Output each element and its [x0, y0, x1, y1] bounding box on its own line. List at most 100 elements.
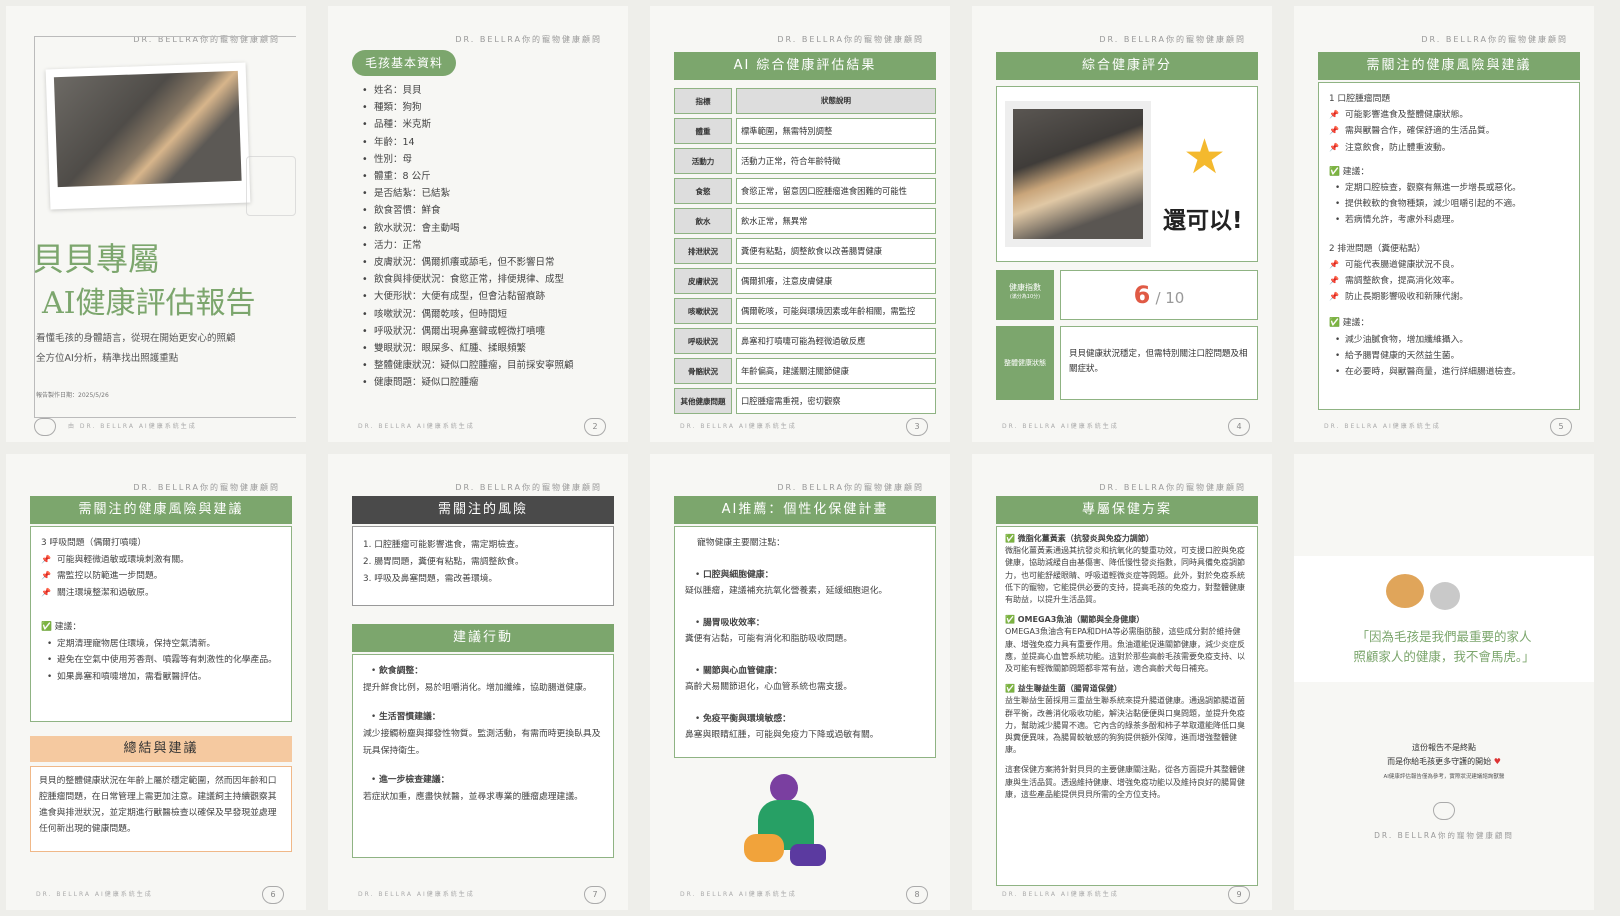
- info-item: 皮膚狀況：偶爾抓癢或舔毛，但不影響日常: [362, 254, 574, 271]
- report-page-7: DR. BELLRA你的寵物健康顧問 需關注的風險 1. 口腔腫瘤可能影響進食，…: [328, 454, 628, 910]
- advice-item: 避免在空氣中使用芳香劑、噴霧等有刺激性的化學產品。: [41, 652, 281, 669]
- ending-1: 這份報告不是終點: [1412, 743, 1476, 752]
- focus-1-text: 疑似腫瘤，建議補充抗氧化營養素，延緩細胞退化。: [685, 586, 888, 596]
- page-footer: DR. BELLRA AI健康系統生成: [1002, 423, 1119, 430]
- dog-photo: [1005, 101, 1151, 247]
- table-row: 活動力 活動力正常，符合年齡特徵: [674, 148, 936, 174]
- index-label-box: 健康指數 (滿分為10分): [996, 270, 1054, 320]
- table-cell-indicator: 呼吸狀況: [674, 328, 732, 354]
- page-header: DR. BELLRA你的寵物健康顧問: [133, 483, 280, 492]
- report-page-8: DR. BELLRA你的寵物健康顧問 AI推薦：個性化保健計畫 寵物健康主要關注…: [650, 454, 950, 910]
- table-cell-indicator: 咳嗽狀況: [674, 298, 732, 324]
- info-item: 呼吸狀況：偶爾出現鼻塞聲或輕微打噴嚏: [362, 323, 574, 340]
- score-value: 6: [1133, 281, 1151, 309]
- quote-line-2: 照顧家人的健康，我不會馬虎。」: [1353, 649, 1535, 664]
- info-item: 健康問題：疑似口腔腫瘤: [362, 374, 574, 391]
- report-date: 報告製作日期：2025/5/26: [36, 392, 109, 399]
- heart-icon: [34, 418, 56, 436]
- table-row: 指標 狀態說明: [674, 88, 936, 114]
- table-cell-status: 口腔腫瘤需重視，密切觀察: [736, 388, 936, 414]
- advice-item: 給予腸胃健康的天然益生菌。: [1329, 348, 1569, 364]
- risk-note: 可能影響進食及整體健康狀態。: [1329, 107, 1569, 123]
- advice-label: ✅ 建議：: [41, 622, 82, 632]
- risk-title: 需關注的健康風險與建議: [30, 496, 292, 524]
- report-page-4: DR. BELLRA你的寵物健康顧問 綜合健康評分 ★ 還可以! 健康指數 (滿…: [972, 6, 1272, 442]
- table-row: 排泄狀況 糞便有粘點，調整飲食以改善腸胃健康: [674, 238, 936, 264]
- supplement-3-heading: 益生聯益生菌（腸胃道保健）: [1017, 684, 1122, 694]
- table-cell-status: 年齡偏高，建議關注關節健康: [736, 358, 936, 384]
- report-page-10: 「因為毛孩是我們最重要的家人 照顧家人的健康，我不會馬虎。」 這份報告不是終點 …: [1294, 454, 1594, 910]
- table-cell-indicator: 食慾: [674, 178, 732, 204]
- table-cell-indicator: 其他健康問題: [674, 388, 732, 414]
- advice-item: 在必要時，與獸醫商量，進行詳細腸道檢查。: [1329, 364, 1569, 380]
- focus-4-heading: 免疫平衡與環境敏感：: [703, 714, 791, 724]
- table-cell-status: 食慾正常，留意因口腔腫瘤進食困難的可能性: [736, 178, 936, 204]
- page-footer: 由 DR. BELLRA AI健康系統生成: [68, 423, 197, 430]
- page-footer: DR. BELLRA AI健康系統生成: [358, 891, 475, 898]
- advice-item: 定期清理寵物居住環境，保持空氣清新。: [41, 636, 281, 653]
- supplement-2-text: OMEGA3魚油含有EPA和DHA等必需脂肪酸，這些成分對於維持健康、增強免疫力…: [1005, 627, 1245, 674]
- score-max: / 10: [1155, 289, 1185, 307]
- advice-item: 減少油膩食物，增加纖維攝入。: [1329, 332, 1569, 348]
- index-sub: (滿分為10分): [1009, 294, 1041, 300]
- page-header: DR. BELLRA你的寵物健康顧問: [777, 35, 924, 44]
- table-cell-status: 偶爾乾咳，可能與環境因素或年齡相關，需監控: [736, 298, 936, 324]
- summary-box: 貝貝的整體健康狀況在年齡上屬於穩定範圍，然而因年齡和口腔腫瘤問題，在日常管理上需…: [30, 766, 292, 852]
- focus-2-heading: 腸胃吸收效率：: [703, 618, 765, 628]
- page-header: DR. BELLRA你的寵物健康顧問: [1421, 35, 1568, 44]
- report-page-3: DR. BELLRA你的寵物健康顧問 AI 綜合健康評估結果 指標 狀態說明 體重標…: [650, 6, 950, 442]
- info-item: 飲食習慣：鮮食: [362, 202, 574, 219]
- dog-photo: [53, 70, 242, 188]
- table-cell-status: 活動力正常，符合年齡特徵: [736, 148, 936, 174]
- status-label: 整體健康狀態: [1004, 359, 1046, 367]
- page-footer: DR. BELLRA AI健康系統生成: [1324, 423, 1441, 430]
- risk-list-box: 1. 口腔腫瘤可能影響進食，需定期檢查。 2. 腸胃問題，糞便有粘點，需調整飲食。…: [352, 526, 614, 606]
- photo-frame: [45, 62, 251, 210]
- focus-3-text: 高齡犬易關節退化，心血管系統也需支援。: [685, 682, 853, 692]
- advice-label: ✅ 建議：: [1329, 166, 1370, 177]
- heart-red-icon: ♥: [1493, 757, 1501, 766]
- report-title-line1: 貝貝專屬: [32, 240, 161, 278]
- supplement-3-text: 益生聯益生菌採用三重益生聯系統來提升腸道健康。通過調節腸道菌群平衡，改善消化吸收…: [1005, 696, 1245, 755]
- advice-item: 如果鼻塞和噴嚏增加，需看獸醫評估。: [41, 669, 281, 686]
- table-cell-indicator: 活動力: [674, 148, 732, 174]
- table-cell-status: 標準範圍，無需特別調整: [736, 118, 936, 144]
- table-cell-status: 飲水正常，無異常: [736, 208, 936, 234]
- table-row: 皮膚狀況 偶爾抓癢，注意皮膚健康: [674, 268, 936, 294]
- report-title-line2: AI健康評估報告: [42, 286, 256, 321]
- plan-box: 寵物健康主要關注點： • 口腔與細胞健康： 疑似腫瘤，建議補充抗氧化營養素，延緩…: [674, 526, 936, 758]
- report-page-9: DR. BELLRA你的寵物健康顧問 專屬保健方案 ✅ 微脂化薑黃素（抗發炎與免…: [972, 454, 1272, 910]
- risk-item: 3. 呼吸及鼻塞問題，需改善環境。: [363, 574, 498, 584]
- heart-icon: [1433, 802, 1455, 820]
- action-2-text: 減少接觸粉塵與揮發性物質。監測活動，有需而時更換臥具及玩具保持衛生。: [363, 729, 601, 756]
- score-photo-box: ★ 還可以!: [996, 86, 1258, 262]
- table-cell-indicator: 皮膚狀況: [674, 268, 732, 294]
- info-item: 種類：狗狗: [362, 99, 574, 116]
- ending-2: 而是你給毛孩更多守護的開始 ♥: [1387, 757, 1501, 766]
- basic-info-list: 姓名：貝貝種類：狗狗品種：米克斯年齡：14性別：母體重：8 公斤是否結紮：已結紮…: [362, 82, 574, 392]
- risk-note: 需監控以防範進一步問題。: [41, 568, 281, 585]
- report-page-2: DR. BELLRA你的寵物健康顧問 毛孩基本資料 姓名：貝貝種類：狗狗品種：米…: [328, 6, 628, 442]
- report-page-6: DR. BELLRA你的寵物健康顧問 需關注的健康風險與建議 3 呼吸問題（偶爾…: [6, 454, 306, 910]
- table-cell-indicator: 指標: [674, 88, 732, 114]
- focus-1-heading: 口腔與細胞健康：: [703, 570, 774, 580]
- table-row: 骨骼狀況 年齡偏高，建議關注關節健康: [674, 358, 936, 384]
- page-footer: DR. BELLRA AI健康系統生成: [1002, 891, 1119, 898]
- table-row: 飲水 飲水正常，無異常: [674, 208, 936, 234]
- table-cell-status: 狀態說明: [736, 88, 936, 114]
- info-item: 是否結紮：已結紮: [362, 185, 574, 202]
- quote-card: 「因為毛孩是我們最重要的家人 照顧家人的健康，我不會馬虎。」: [1294, 556, 1594, 682]
- page-number: 2: [584, 418, 606, 436]
- advice-item: 提供較軟的食物種類，減少咀嚼引起的不適。: [1329, 196, 1569, 212]
- praise-text: 還可以!: [1163, 208, 1243, 234]
- plan-intro: 寵物健康主要關注點：: [697, 538, 785, 548]
- page-footer: DR. BELLRA AI健康系統生成: [358, 423, 475, 430]
- table-cell-indicator: 排泄狀況: [674, 238, 732, 264]
- page-header: DR. BELLRA你的寵物健康顧問: [1099, 483, 1246, 492]
- risk-note: 關注環境整潔和過敏原。: [41, 585, 281, 602]
- info-item: 性別：母: [362, 151, 574, 168]
- vet-illustration: [740, 774, 840, 874]
- supplement-1-text: 微脂化薑黃素通過其抗發炎和抗氧化的雙重功效，可支援口腔與免疫健康，協助減緩自由基…: [1005, 546, 1245, 605]
- risk-note: 需調整飲食，提高消化效率。: [1329, 273, 1569, 289]
- supplement-box: ✅ 微脂化薑黃素（抗發炎與免疫力調節） 微脂化薑黃素通過其抗發炎和抗氧化的雙重功…: [996, 526, 1258, 886]
